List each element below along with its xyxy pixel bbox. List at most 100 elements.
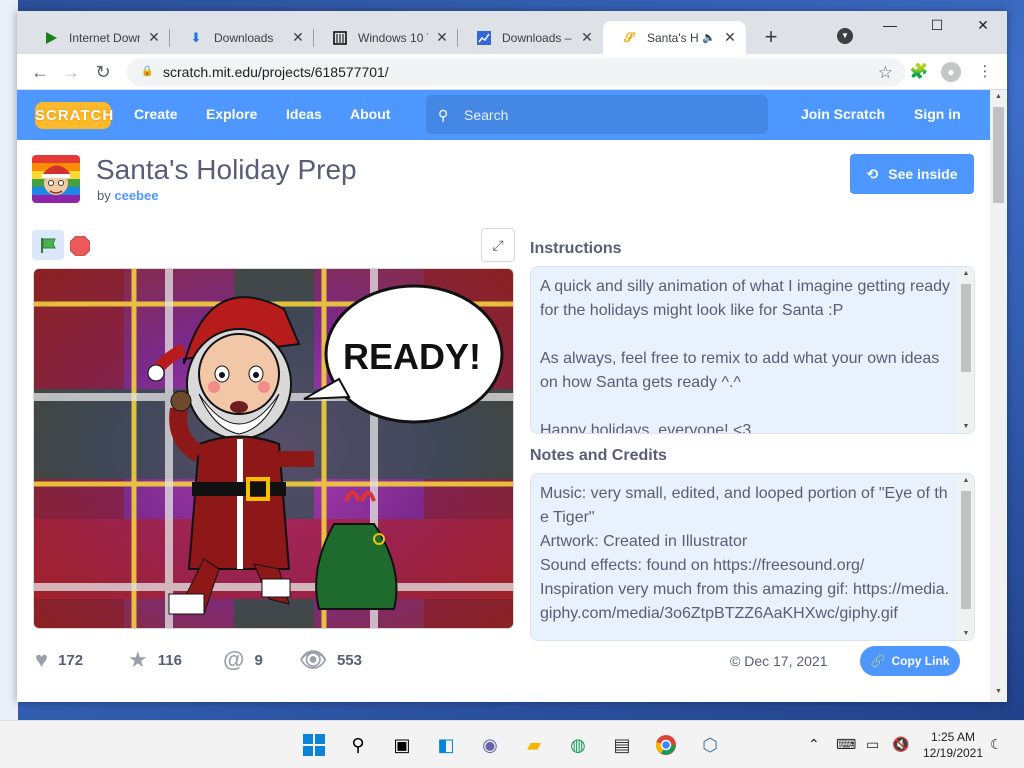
desktop-strip	[0, 0, 18, 720]
start-icon[interactable]	[300, 731, 328, 759]
notification-icon[interactable]: ☾	[990, 736, 1003, 753]
tab-title: Internet Downl	[69, 30, 140, 45]
instructions-scrollbar[interactable]: ▲ ▼	[958, 267, 974, 433]
notes-box[interactable]: Music: very small, edited, and looped po…	[530, 473, 975, 641]
notes-text: Music: very small, edited, and looped po…	[540, 485, 950, 622]
windows-taskbar: ⚲ ▣ ◧ ◉ ▰ ◍ ▤ ⬡ ⌃ ⌨ ▭ 🔇 1:25 AM 12/19/20…	[0, 720, 1024, 768]
browser-window: Internet Downl ✕ ⬇ Downloads ✕ Windows 1…	[17, 11, 1007, 702]
fullscreen-button[interactable]: ⤢	[481, 228, 515, 262]
clock-time: 1:25 AM	[930, 730, 976, 744]
join-scratch-link[interactable]: Join Scratch	[801, 106, 885, 122]
page-scroll-down-icon[interactable]: ▼	[993, 688, 1004, 695]
copy-link-label: Copy Link	[891, 654, 950, 668]
menu-kebab-icon[interactable]: ⋮	[975, 62, 995, 82]
copy-link-button[interactable]: 🔗 Copy Link	[860, 646, 960, 676]
system-clock[interactable]: 1:25 AM 12/19/2021	[918, 729, 988, 761]
stop-button[interactable]	[69, 235, 91, 257]
tab-downloads[interactable]: ⬇ Downloads ✕	[170, 21, 314, 54]
close-icon[interactable]: ✕	[579, 29, 595, 46]
favorite-stat[interactable]: ★ 116	[128, 647, 182, 673]
back-arrow-icon[interactable]: ←	[28, 60, 52, 84]
love-stat[interactable]: ♥ 172	[35, 647, 83, 673]
scroll-down-icon[interactable]: ▼	[961, 630, 971, 637]
page-viewport: SCRATCH Create Explore Ideas About ⚲ Joi…	[17, 90, 990, 702]
chat-icon[interactable]: ◉	[476, 731, 504, 759]
instructions-text: A quick and silly animation of what I im…	[540, 278, 951, 434]
scratch-logo[interactable]: SCRATCH	[35, 102, 113, 129]
scroll-down-icon[interactable]: ▼	[961, 423, 971, 430]
chart-icon	[476, 30, 492, 46]
minimize-button[interactable]: —	[867, 17, 913, 33]
instructions-box[interactable]: A quick and silly animation of what I im…	[530, 266, 975, 434]
nav-explore[interactable]: Explore	[206, 106, 257, 122]
scroll-up-icon[interactable]: ▲	[961, 270, 971, 277]
speech-bubble-text: READY!	[343, 336, 481, 377]
remix-count: 9	[254, 651, 263, 669]
forward-arrow-icon[interactable]: →	[59, 60, 83, 84]
extensions-icon[interactable]: 🧩	[909, 62, 929, 82]
close-icon[interactable]: ✕	[434, 29, 450, 46]
edge-icon[interactable]: ◍	[564, 731, 592, 759]
keyboard-icon[interactable]: ⌨	[836, 736, 856, 753]
bookmark-star-icon[interactable]: ☆	[878, 63, 893, 83]
close-window-button[interactable]: ✕	[960, 17, 1006, 34]
page-scroll-up-icon[interactable]: ▲	[993, 93, 1004, 100]
date-text: Dec 17, 2021	[744, 653, 828, 669]
scratch-search[interactable]: ⚲	[426, 95, 768, 134]
tab-internet-download[interactable]: Internet Downl ✕	[25, 21, 170, 54]
view-count: 553	[336, 651, 362, 669]
remix-stat: @ 9	[223, 647, 263, 673]
nav-about[interactable]: About	[350, 106, 390, 122]
new-tab-button[interactable]: +	[759, 26, 783, 48]
green-flag-button[interactable]	[32, 230, 64, 260]
green-flag-icon	[41, 238, 56, 253]
close-icon[interactable]: ✕	[722, 29, 738, 46]
tab-downloads-o[interactable]: Downloads – O ✕	[458, 21, 603, 54]
shared-date: © Dec 17, 2021	[730, 653, 828, 669]
nav-create[interactable]: Create	[134, 106, 178, 122]
close-icon[interactable]: ✕	[290, 29, 306, 46]
chevron-up-icon[interactable]: ⌃	[808, 736, 820, 753]
author-link[interactable]: ceebee	[114, 188, 158, 203]
project-title: Santa's Holiday Prep	[96, 154, 357, 185]
volume-muted-icon[interactable]: 🔇	[892, 736, 909, 753]
tab-title: Downloads	[214, 30, 274, 45]
favorite-count: 116	[157, 651, 182, 669]
tab-windows-10[interactable]: Windows 10 Te ✕	[314, 21, 458, 54]
tab-santas-holiday[interactable]: 𝒮 Santa's Ho 🔈 ✕	[603, 21, 746, 54]
search-input[interactable]	[464, 106, 645, 123]
search-icon[interactable]: ⚲	[344, 731, 372, 759]
store-icon[interactable]: ▤	[608, 731, 636, 759]
project-stage[interactable]: READY!	[33, 268, 514, 629]
virtualbox-icon[interactable]: ⬡	[696, 731, 724, 759]
task-view-icon[interactable]: ▣	[388, 731, 416, 759]
scroll-up-icon[interactable]: ▲	[961, 477, 971, 484]
maximize-button[interactable]: ☐	[914, 17, 960, 34]
address-bar[interactable]: 🔒 ☆	[127, 58, 905, 86]
tab-title: Downloads – O	[502, 30, 573, 45]
lock-icon[interactable]: 🔒	[141, 66, 153, 78]
archive-icon	[332, 30, 348, 46]
instructions-heading: Instructions	[530, 240, 622, 257]
network-icon[interactable]: ▭	[866, 736, 879, 753]
notes-heading: Notes and Credits	[530, 447, 667, 464]
see-inside-button[interactable]: ⟲ See inside	[850, 154, 974, 194]
notes-scrollbar[interactable]: ▲ ▼	[958, 474, 974, 640]
reload-icon[interactable]: ↻	[91, 60, 115, 84]
scroll-thumb[interactable]	[961, 491, 971, 609]
file-explorer-icon[interactable]: ▰	[520, 731, 548, 759]
close-icon[interactable]: ✕	[146, 29, 162, 46]
tab-title: Windows 10 Te	[358, 30, 428, 45]
nav-ideas[interactable]: Ideas	[286, 106, 322, 122]
widgets-icon[interactable]: ◧	[432, 731, 460, 759]
author-avatar[interactable]	[32, 155, 80, 203]
speaker-icon[interactable]: 🔈	[702, 31, 716, 44]
profile-avatar-icon[interactable]: ●	[941, 62, 961, 82]
browser-toolbar: ← → ↻ 🔒 ☆ 🧩 ● ⋮	[17, 54, 1007, 90]
tab-search-icon[interactable]: ▼	[837, 28, 853, 44]
chrome-icon[interactable]	[652, 731, 680, 759]
page-scroll-thumb[interactable]	[993, 107, 1004, 203]
scroll-thumb[interactable]	[961, 284, 971, 372]
sign-in-link[interactable]: Sign in	[914, 106, 961, 122]
url-input[interactable]	[163, 64, 763, 80]
